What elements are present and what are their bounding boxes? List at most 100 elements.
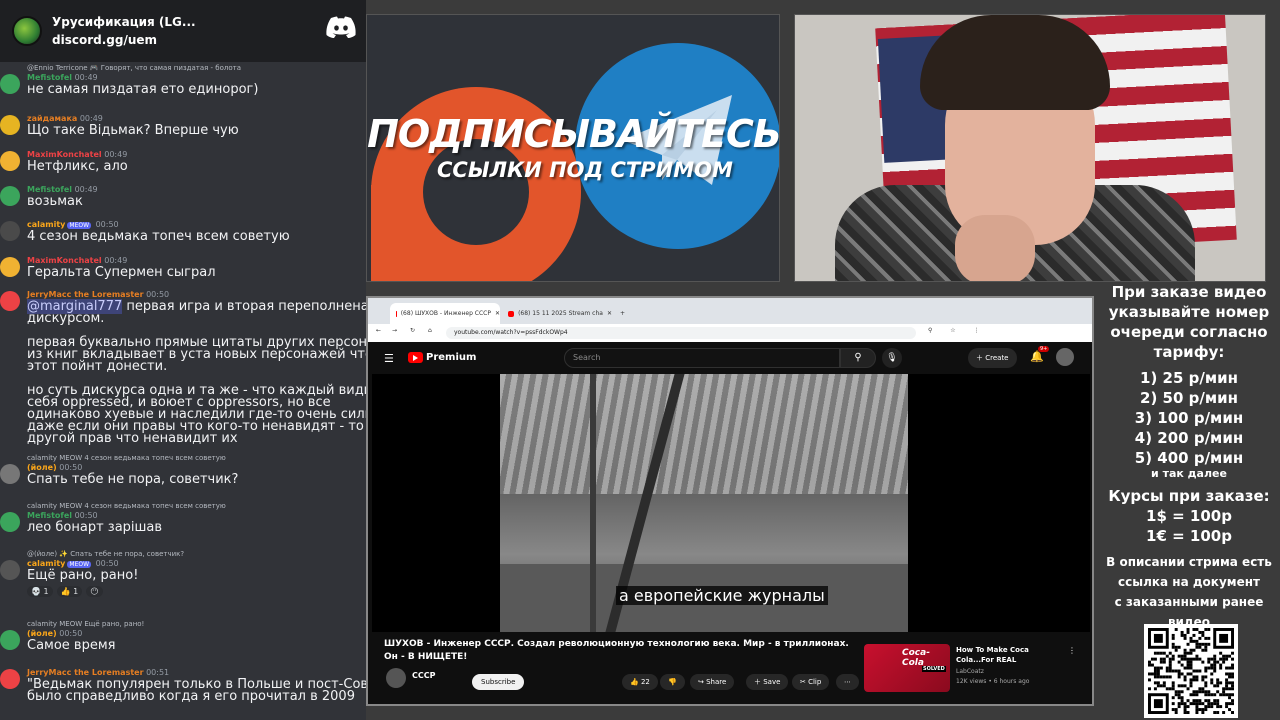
home-icon[interactable]: ⌂ xyxy=(428,327,432,334)
dislike-button[interactable]: 👎 xyxy=(660,674,685,690)
close-icon[interactable]: ✕ xyxy=(607,310,612,317)
avatar[interactable] xyxy=(0,186,20,206)
message-text: возьмак xyxy=(27,194,83,209)
stream-layout: Урусификация (LG... discord.gg/uem @Enni… xyxy=(0,0,1280,720)
message-text: Нетфликс, ало xyxy=(27,159,128,174)
video-player[interactable]: а европейские журналы xyxy=(372,374,1090,632)
clip-button[interactable]: ✂ Clip xyxy=(792,674,830,690)
username[interactable]: JerryMacc the Loremaster xyxy=(27,668,144,677)
server-title: Урусификация (LG... xyxy=(52,15,196,29)
create-button[interactable]: ＋ Create xyxy=(968,348,1017,368)
role-badge: MEOW xyxy=(67,222,92,229)
message-meta: (йоле) 00:50 xyxy=(27,629,82,638)
subscribe-button[interactable]: Subscribe xyxy=(472,674,525,690)
reply-preview[interactable]: @Ennio Terricone 🎮 Говорят, что самая пи… xyxy=(27,64,241,72)
username[interactable]: calamity xyxy=(27,559,65,568)
username[interactable]: zайдамака xyxy=(27,114,77,123)
message-text: Самое время xyxy=(27,638,116,653)
username[interactable]: MaximKonchatel xyxy=(27,256,102,265)
username[interactable]: (йоле) xyxy=(27,463,57,472)
server-avatar xyxy=(12,16,42,46)
save-button[interactable]: ＋ Save xyxy=(746,674,789,690)
reply-preview[interactable]: @(йоле) ✨ Спать тебе не пора, советчик? xyxy=(27,550,184,558)
message-text: не самая пиздатая ето единорог) xyxy=(27,82,259,97)
qr-code-image xyxy=(1148,628,1234,714)
youtube-header: ☰ Premium Search ⚲ 🎙 ＋ Create 🔔 9+ xyxy=(368,342,1092,374)
recommended-title[interactable]: How To Make Coca Cola...For REAL xyxy=(956,645,1066,665)
channel-avatar[interactable] xyxy=(386,668,406,688)
menu-icon[interactable]: ☰ xyxy=(384,352,394,365)
username[interactable]: JerryMacc the Loremaster xyxy=(27,290,144,299)
message-text: 4 сезон ведьмака топеч всем советую xyxy=(27,229,290,244)
banner-subtitle: ССЫЛКИ ПОД СТРИМОМ xyxy=(437,158,733,182)
discord-chat: @Ennio Terricone 🎮 Говорят, что самая пи… xyxy=(0,62,366,720)
order-instructions-line: При заказе видео xyxy=(1111,283,1267,301)
new-tab-button[interactable]: + xyxy=(614,303,628,324)
order-instructions-line: тарифу: xyxy=(1153,343,1225,361)
share-button[interactable]: ↪ Share xyxy=(690,674,735,690)
like-button[interactable]: 👍 22 xyxy=(622,674,658,690)
url-field[interactable]: youtube.com/watch?v=pssFdckOWp4 xyxy=(446,327,916,339)
avatar[interactable] xyxy=(0,512,20,532)
more-actions-button[interactable]: ⋯ xyxy=(836,674,859,690)
more-options-icon[interactable]: ⋮ xyxy=(1068,646,1076,655)
back-icon[interactable]: ← xyxy=(376,327,381,334)
close-icon[interactable]: ✕ xyxy=(495,310,500,317)
search-button[interactable]: ⚲ xyxy=(840,348,876,368)
avatar[interactable] xyxy=(0,669,20,689)
avatar[interactable] xyxy=(0,257,20,277)
username[interactable]: calamity xyxy=(27,220,65,229)
timestamp: 00:50 xyxy=(93,220,119,229)
rate-item: 1$ = 100р xyxy=(1146,507,1232,525)
username[interactable]: (йоле) xyxy=(27,629,57,638)
timestamp: 00:50 xyxy=(56,629,83,638)
reply-preview[interactable]: calamity MEOW 4 сезон ведьмака топеч все… xyxy=(27,454,226,462)
reactions: 💀 1 👍 1 😶 xyxy=(27,586,103,597)
message-text: дискурсом. xyxy=(27,311,105,326)
rates-title: Курсы при заказе: xyxy=(1108,487,1270,505)
mic-icon[interactable]: 🎙 xyxy=(882,348,902,368)
search-input[interactable]: Search xyxy=(564,348,840,368)
description-note: с заказанными ранее xyxy=(1114,595,1264,609)
avatar[interactable] xyxy=(0,221,20,241)
reply-preview[interactable]: calamity MEOW 4 сезон ведьмака топеч все… xyxy=(27,502,226,510)
forward-icon[interactable]: → xyxy=(392,327,397,334)
message-text: Спать тебе не пора, советчик? xyxy=(27,472,239,487)
username[interactable]: MaximKonchatel xyxy=(27,150,102,159)
avatar[interactable] xyxy=(0,151,20,171)
message-text: Геральта Супермен сыграл xyxy=(27,265,216,280)
timestamp: 00:50 xyxy=(93,559,119,568)
recommended-thumbnail[interactable]: Coca-Cola SOLVED xyxy=(864,644,950,692)
message-meta: calamity MEOW 00:50 xyxy=(27,559,119,568)
avatar[interactable] xyxy=(0,74,20,94)
channel-name[interactable]: СССР xyxy=(412,671,435,680)
avatar[interactable] xyxy=(0,291,20,311)
subscribe-banner: ПОДПИСЫВАЙТЕСЬ ССЫЛКИ ПОД СТРИМОМ xyxy=(366,14,780,282)
avatar[interactable] xyxy=(0,630,20,650)
message-meta: (йоле) 00:50 xyxy=(27,463,82,472)
reaction-chip[interactable]: 👍 1 xyxy=(56,586,83,597)
username[interactable]: Mefistofel xyxy=(27,511,72,520)
recommended-channel[interactable]: LabCoatz xyxy=(956,668,984,675)
avatar[interactable] xyxy=(1056,348,1074,366)
tab-video[interactable]: (68) ШУХОВ - Инженер СССР ✕ xyxy=(390,303,500,324)
avatar[interactable] xyxy=(0,464,20,484)
reload-icon[interactable]: ↻ xyxy=(410,327,415,334)
timestamp: 00:49 xyxy=(77,114,103,123)
youtube-play-icon xyxy=(408,352,423,363)
qr-code xyxy=(1144,624,1238,718)
reply-preview[interactable]: calamity MEOW Ещё рано, рано! xyxy=(27,620,144,628)
username[interactable]: Mefistofel xyxy=(27,73,72,82)
reaction-chip[interactable]: 😶 xyxy=(86,586,103,597)
youtube-logo[interactable]: Premium xyxy=(408,352,476,363)
message-meta: MaximKonchatel 00:49 xyxy=(27,256,127,265)
tab-stream-chat[interactable]: (68) 15 11 2025 Stream cha ✕ xyxy=(502,303,612,324)
reaction-chip[interactable]: 💀 1 xyxy=(27,586,53,597)
recommended-views: 12K views • 6 hours ago xyxy=(956,678,1030,685)
browser-window: (68) ШУХОВ - Инженер СССР ✕ (68) 15 11 2… xyxy=(366,296,1094,706)
avatar[interactable] xyxy=(0,115,20,135)
extension-icons[interactable]: ⚲ ☆ ⋮ xyxy=(928,327,988,334)
username[interactable]: Mefistofel xyxy=(27,185,72,194)
banner-title: ПОДПИСЫВАЙТЕСЬ xyxy=(367,112,780,156)
avatar[interactable] xyxy=(0,560,20,580)
